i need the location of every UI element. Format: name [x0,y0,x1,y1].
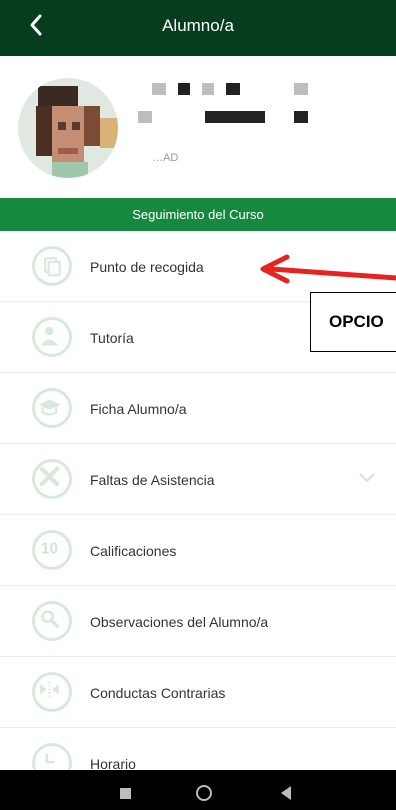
profile-subtext: …AD [152,152,179,164]
student-profile: …AD [0,56,396,198]
menu-item-label: Calificaciones [90,543,177,559]
menu-item-conductas-contrarias[interactable]: Conductas Contrarias [0,657,396,728]
annotation-callout: OPCIO [310,292,396,352]
page-title: Alumno/a [162,16,234,35]
section-header: Seguimiento del Curso [0,198,396,231]
menu-item-label: Tutoría [90,330,134,346]
menu-item-label: Ficha Alumno/a [90,401,187,417]
ten-icon: 10 [32,530,72,570]
avatar[interactable] [18,78,118,178]
app-bar: Alumno/a [0,0,396,56]
person-icon [32,317,72,357]
redacted-name [294,83,308,95]
menu-item-label: Conductas Contrarias [90,685,226,701]
menu-item-label: Punto de recogida [90,259,204,275]
ten-icon-text: 10 [41,540,58,557]
redacted-name [152,83,166,95]
back-button[interactable] [281,786,291,800]
redacted-name [178,83,190,95]
menu-item-faltas-de-asistencia[interactable]: Faltas de Asistencia [0,444,396,515]
document-icon [32,246,72,286]
redacted-name [205,111,265,123]
annotation-arrow [260,254,396,284]
chevron-down-icon[interactable] [358,472,376,484]
x-icon [32,459,72,499]
graduation-cap-icon [32,388,72,428]
callout-text: OPCIO [329,312,384,331]
recents-button[interactable] [120,788,131,799]
menu-item-observaciones[interactable]: Observaciones del Alumno/a [0,586,396,657]
redacted-name [138,111,152,123]
system-nav-bar [0,770,396,810]
redacted-name [294,111,308,123]
home-button[interactable] [196,785,212,801]
magnifier-icon [32,601,72,641]
split-icon [32,672,72,712]
menu-item-calificaciones[interactable]: 10 Calificaciones [0,515,396,586]
redacted-name [226,83,240,95]
menu-item-label: Observaciones del Alumno/a [90,614,269,630]
redacted-name [202,83,214,95]
menu-item-label: Faltas de Asistencia [90,472,215,488]
menu-item-ficha-alumno[interactable]: Ficha Alumno/a [0,373,396,444]
